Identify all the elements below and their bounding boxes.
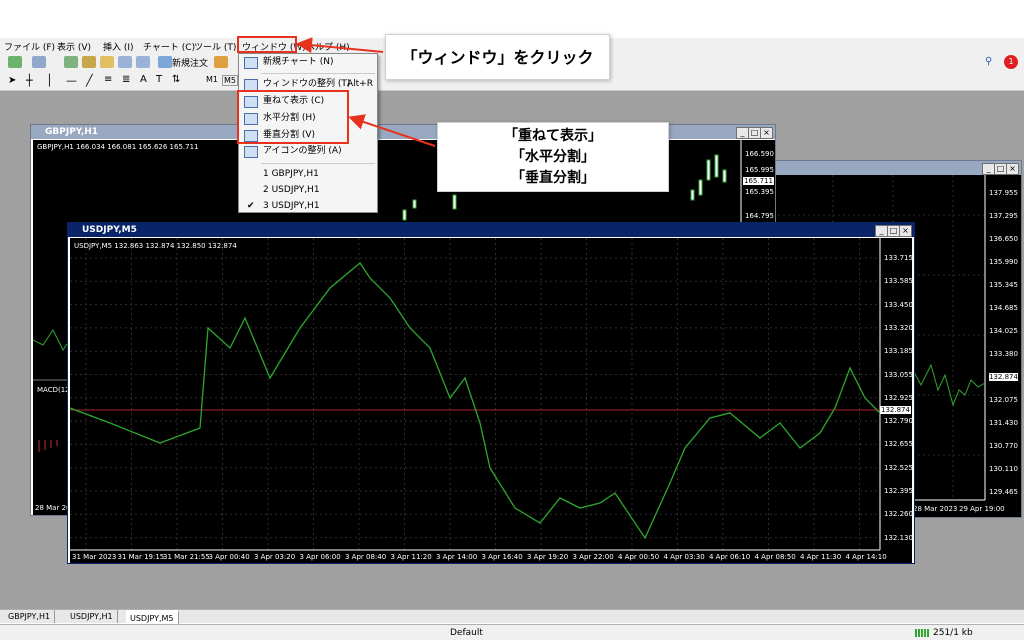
tab-usdjpy-m5[interactable]: USDJPY,M5 bbox=[126, 610, 179, 625]
annotation-arrows bbox=[296, 37, 436, 147]
status-traffic: 251/1 kb bbox=[933, 628, 973, 638]
tab-gbpjpy-h1[interactable]: GBPJPY,H1 bbox=[4, 610, 56, 623]
arrow-to-layout-options bbox=[348, 114, 436, 147]
connection-icon bbox=[915, 629, 929, 637]
arrow-to-window-menu bbox=[296, 37, 384, 54]
status-bar: Default 251/1 kb bbox=[0, 624, 1024, 640]
tab-usdjpy-h1[interactable]: USDJPY,H1 bbox=[66, 610, 118, 623]
status-profile: Default bbox=[450, 628, 483, 638]
chart-tabs: GBPJPY,H1 USDJPY,H1 USDJPY,M5 bbox=[0, 609, 1024, 625]
